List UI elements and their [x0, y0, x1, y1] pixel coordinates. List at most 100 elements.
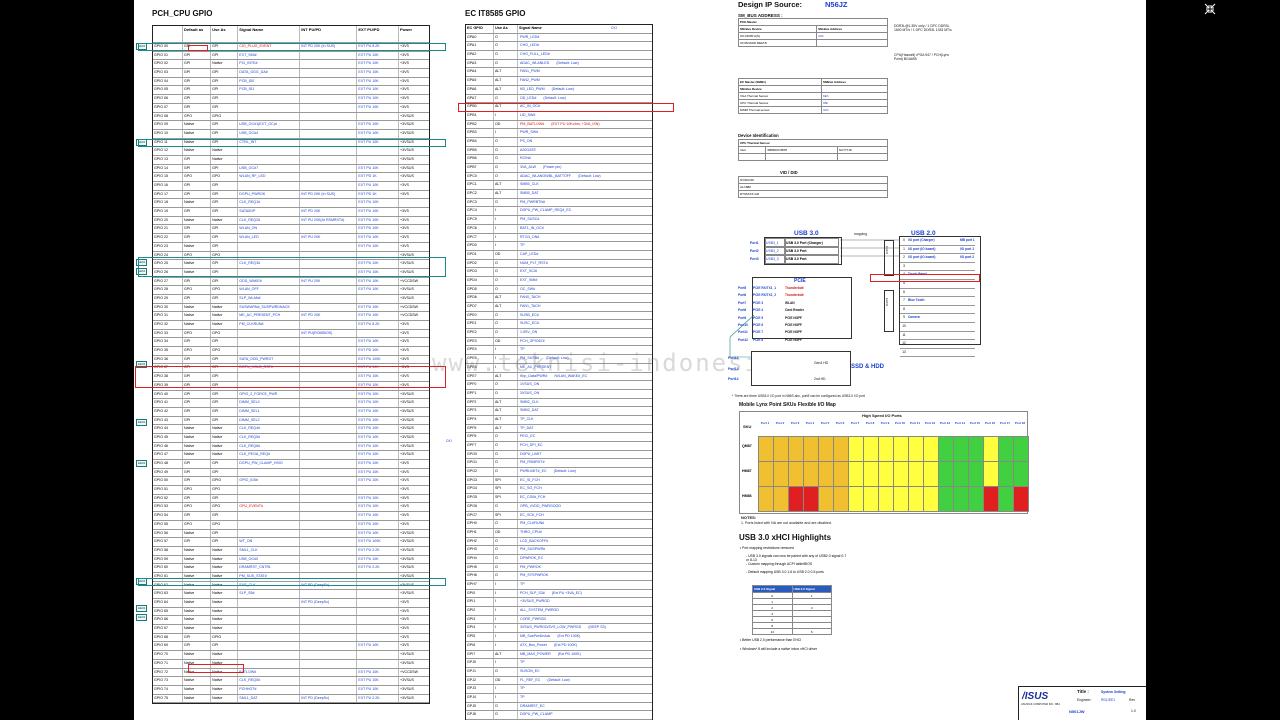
table-cell: I — [494, 685, 518, 693]
signal-name: A20GATE — [520, 147, 536, 152]
table-cell — [238, 103, 301, 112]
signal-name: ATX_Bus_Power — [520, 642, 548, 647]
hsio-cell — [758, 461, 774, 487]
table-cell: O — [494, 329, 518, 337]
table-cell: ALT — [494, 415, 518, 424]
table-cell: +3VS — [400, 348, 409, 353]
table-cell: GPD2 — [466, 259, 494, 268]
table-cell: GPF1 — [466, 389, 494, 398]
table-row: GPA6 ALT KB_LED_PWM (Default: Low) — [466, 85, 652, 95]
table-row: GPIO 36 GPI GPI SATA_ODD_PWRGT EXT PU 100K +3… — [153, 355, 429, 365]
hsio-port-header: Port 2 — [775, 421, 785, 425]
table-cell: PWR_SW# — [518, 129, 651, 137]
pcie-port-label: Port7 — [738, 300, 747, 305]
table-cell: INT PU 20K — [300, 277, 358, 286]
table-cell — [300, 564, 358, 572]
table-cell: GPB1 — [466, 111, 494, 120]
pcie-port-row: Port5 PCIE RX/TX1_1 Thunderbolt — [738, 285, 825, 292]
table-cell: GPIO 33 — [153, 329, 184, 338]
table-cell: GPIO 51 — [153, 486, 184, 494]
ee-marker: EE01 — [136, 419, 148, 426]
hsio-cell — [1013, 436, 1029, 462]
table-cell: EXT PU 10K — [357, 208, 399, 216]
table-cell: GPE0 — [466, 311, 494, 320]
table-cell: GPIO 75 — [153, 694, 184, 703]
table-cell: OD — [494, 337, 518, 346]
usb2-port-row: 7 Blue Tooth — [900, 297, 975, 306]
usb2-port-desc: I/O port (IO board) — [908, 246, 936, 251]
table-cell: ALT — [494, 650, 518, 659]
table-cell: GPIO 04 — [153, 77, 184, 86]
table-cell: Native — [183, 685, 212, 694]
table-row: GPA7 O OD_LED# (Default: Low) — [466, 94, 652, 104]
table-row: GPIO 47 Native Native CLK_PEGA_REQ# EXT PU 1… — [153, 451, 429, 460]
teal-highlight — [138, 43, 446, 51]
table-cell: ALT — [494, 85, 518, 94]
table-row: GPA1 O CHG_LED# — [466, 42, 652, 52]
signal-name: TP — [520, 694, 525, 699]
hsio-cell — [983, 436, 999, 462]
table-cell: 1.5SV_ON — [518, 329, 651, 337]
table-row: GPF0 O 1VSUS_ON — [466, 381, 652, 390]
table-cell: GPB4 — [466, 137, 494, 146]
signal-name: PM_CLKRUN# — [520, 521, 545, 526]
table-cell: +3VSUS — [400, 678, 414, 683]
teal-highlight — [138, 139, 446, 147]
table-cell: PM_RSMRST# — [518, 459, 651, 467]
hsio-port-header: Port 1 — [760, 421, 770, 425]
table-cell: +3VSUS — [400, 686, 414, 691]
mapping-lines — [840, 239, 899, 257]
table-cell: O — [494, 468, 518, 476]
hsio-cell — [923, 486, 939, 512]
table-cell — [357, 155, 399, 164]
table-cell — [357, 112, 399, 121]
table-row: GPD4 O EXT_SMI# — [466, 276, 652, 286]
collapse-icon[interactable] — [1204, 3, 1216, 15]
table-row: GPIO 42 GPI GPI DIMM_SEL1 EXT PU 10K +3VSUS — [153, 407, 429, 417]
table-row: GPIO 03 GPI GPI DATA_GGG_DA# EXT PU 10K +3VS — [153, 69, 429, 78]
table-cell — [300, 164, 358, 173]
schematic-sheet: PCH_CPU GPIO EC IT8585 GPIO Design IP So… — [134, 0, 1146, 720]
table-row: GPB5 O A20GATE — [466, 146, 652, 156]
signal-name: MB_MAX_POWER — [520, 651, 551, 656]
table-cell: GPO — [183, 520, 212, 529]
table-cell: GPI — [183, 60, 212, 69]
table-cell: INT PD (DeepSx) — [300, 694, 358, 703]
table-cell: GPI — [211, 242, 239, 251]
table-cell — [300, 555, 358, 564]
table-row: GPJ6 O DGPU_PW_CLAMP — [466, 711, 652, 720]
table-cell: +3VSUS — [400, 591, 414, 596]
table-cell: GPH5 — [466, 563, 494, 572]
signal-name: CAP_LED# — [520, 251, 539, 256]
table-cell: GPI — [211, 529, 239, 538]
table-cell: I — [494, 615, 518, 624]
table-cell: GPB5 — [466, 146, 494, 155]
table-cell: GPIO 42 — [153, 407, 184, 416]
table-cell: GPI — [211, 407, 239, 416]
hsio-cell — [878, 436, 894, 462]
signal-note: (Ext PD 100K) — [557, 651, 581, 656]
table-cell: +3VSUS — [400, 556, 414, 561]
table-cell: O — [494, 537, 518, 546]
table-cell: +3VS — [400, 600, 409, 604]
table-row: GPG3 SPI EC_SI_FCH — [466, 476, 652, 486]
notes-title: NOTES: — [741, 515, 757, 520]
table-cell — [300, 538, 358, 546]
device-id-title: Device Identification — [738, 133, 779, 138]
sku-label: QM87 — [742, 444, 752, 448]
design-ip-label: Design IP Source: — [738, 0, 803, 9]
table-cell: SMB2_CLK — [518, 399, 651, 407]
signal-name: ADAC_WLANLED — [520, 60, 550, 65]
table-cell: GPG2 — [466, 468, 494, 476]
hsio-cell — [803, 486, 819, 512]
table-cell: GPG0 — [466, 450, 494, 459]
tb-title-label: Title : — [1077, 689, 1089, 694]
table-cell: GPI — [183, 225, 212, 234]
table-row: GPA3 O ADAC_WLANLED (Default: Low) — [466, 59, 652, 69]
table-cell — [300, 590, 358, 598]
table-row: GPA2 O CHG_FULL_LED# — [466, 51, 652, 60]
table-cell: BATLOW# — [238, 668, 301, 677]
hsio-port-header: Port 3 — [790, 421, 800, 425]
touch-panel-highlight — [870, 274, 980, 282]
signal-note: (Default: Low) — [553, 469, 576, 474]
